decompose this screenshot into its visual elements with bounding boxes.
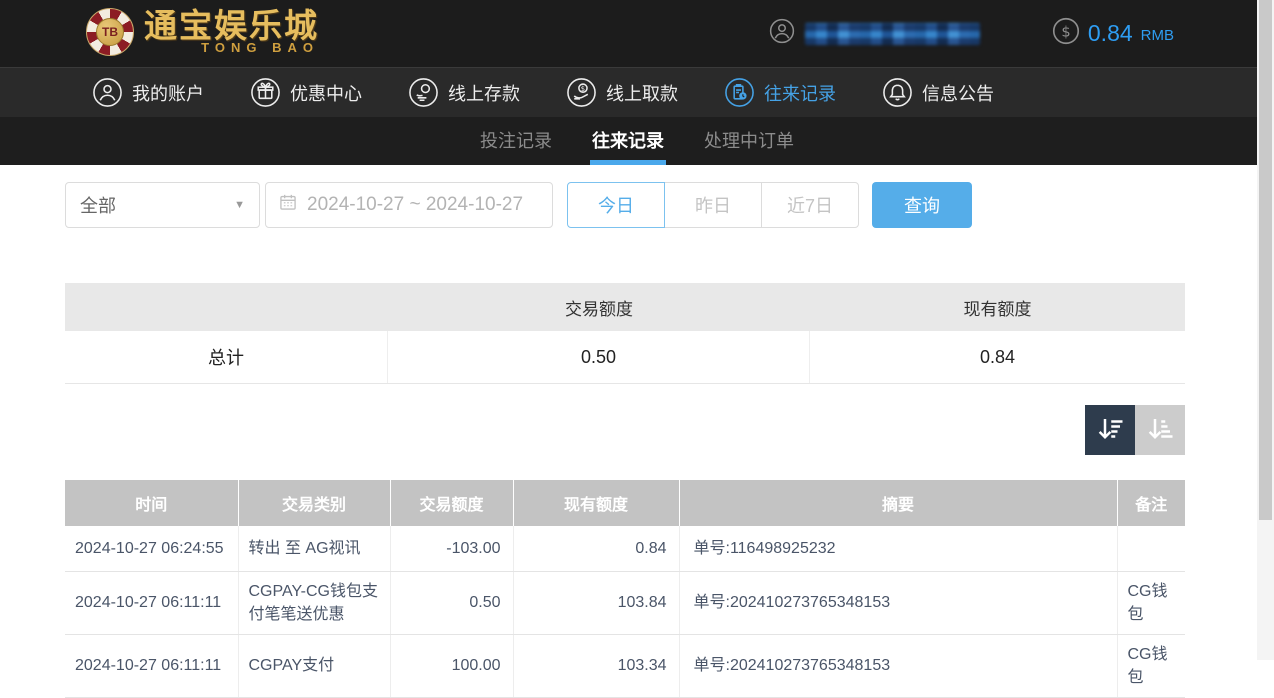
cell-category: CGPAY支付: [238, 634, 390, 697]
nav-item-announcements[interactable]: 信息公告: [882, 77, 994, 108]
deposit-icon: [408, 77, 439, 108]
cell-summary: 单号:202410273765348153: [679, 634, 1117, 697]
col-header-balance: 现有额度: [513, 480, 679, 526]
summary-current-amount: 0.84: [810, 331, 1185, 383]
nav-item-online-deposit[interactable]: 线上存款: [408, 77, 520, 108]
today-button[interactable]: 今日: [567, 182, 665, 228]
top-header-bar: TB 通宝娱乐城 TONG BAO $ 0.84 R: [0, 0, 1274, 67]
cell-category: CGPAY-CG钱包支付笔笔送优惠: [238, 571, 390, 634]
date-range-value: 2024-10-27 ~ 2024-10-27: [307, 194, 523, 216]
col-header-time: 时间: [65, 480, 238, 526]
poker-chip-icon: TB: [86, 8, 134, 56]
chevron-down-icon: ▼: [234, 199, 245, 211]
brand-logo[interactable]: TB 通宝娱乐城 TONG BAO: [86, 8, 319, 56]
col-header-summary: 摘要: [679, 480, 1117, 526]
nav-label: 线上取款: [606, 80, 678, 106]
summary-total-row: 总计 0.50 0.84: [65, 331, 1185, 384]
chip-monogram: TB: [96, 18, 124, 46]
sort-ascending-icon: [1145, 414, 1175, 447]
wallet-balance[interactable]: $ 0.84 RMB: [1052, 17, 1174, 50]
nav-item-promotions[interactable]: 优惠中心: [250, 77, 362, 108]
sort-descending-button[interactable]: [1085, 405, 1135, 455]
records-icon: [724, 77, 755, 108]
calendar-icon: [278, 192, 298, 218]
user-icon: [92, 77, 123, 108]
last-7-days-button[interactable]: 近7日: [761, 182, 859, 228]
nav-label: 往来记录: [764, 80, 836, 106]
type-select-value: 全部: [80, 192, 116, 218]
cell-amount: -103.00: [390, 526, 513, 571]
tab-processing-orders[interactable]: 处理中订单: [702, 117, 796, 165]
cell-time: 2024-10-27 06:24:55: [65, 526, 238, 571]
brand-name-chinese: 通宝娱乐城: [144, 9, 319, 42]
table-row: 2024-10-27 06:11:11 CGPAY-CG钱包支付笔笔送优惠 0.…: [65, 571, 1185, 634]
balance-currency: RMB: [1141, 27, 1174, 44]
gift-icon: [250, 77, 281, 108]
svg-text:$: $: [1061, 23, 1070, 40]
user-icon: [769, 18, 795, 49]
query-button[interactable]: 查询: [872, 182, 972, 228]
bell-icon: [882, 77, 913, 108]
nav-label: 优惠中心: [290, 80, 362, 106]
cell-amount: 100.00: [390, 634, 513, 697]
cell-balance: 103.84: [513, 571, 679, 634]
cell-time: 2024-10-27 06:11:11: [65, 634, 238, 697]
cell-summary: 单号:202410273765348153: [679, 571, 1117, 634]
nav-label: 我的账户: [132, 80, 204, 106]
records-sub-navigation: 投注记录 往来记录 处理中订单: [0, 117, 1274, 165]
transaction-records-table: 时间 交易类别 交易额度 现有额度 摘要 备注 2024-10-27 06:24…: [65, 480, 1185, 698]
col-header-amount: 交易额度: [390, 480, 513, 526]
username-redacted: [805, 23, 980, 45]
cell-category: 转出 至 AG视讯: [238, 526, 390, 571]
svg-text:$: $: [581, 85, 585, 93]
coin-dollar-icon: $: [1052, 17, 1080, 50]
quick-date-button-group: 今日 昨日 近7日: [567, 182, 859, 228]
balance-amount: 0.84: [1088, 20, 1133, 47]
nav-label: 线上存款: [448, 80, 520, 106]
sort-button-group: [1085, 405, 1185, 455]
filter-toolbar: 全部 ▼ 2024-10-27 ~ 2024-10-27 今日 昨日 近7日 查…: [65, 182, 1185, 228]
records-header-row: 时间 交易类别 交易额度 现有额度 摘要 备注: [65, 480, 1185, 526]
summary-header-row: 交易额度 现有额度: [65, 283, 1185, 331]
sort-ascending-button[interactable]: [1135, 405, 1185, 455]
tab-transaction-records[interactable]: 往来记录: [590, 117, 666, 165]
col-header-remark: 备注: [1117, 480, 1185, 526]
col-header-category: 交易类别: [238, 480, 390, 526]
cell-amount: 0.50: [390, 571, 513, 634]
nav-item-my-account[interactable]: 我的账户: [92, 77, 204, 108]
yesterday-button[interactable]: 昨日: [664, 182, 762, 228]
summary-header-current-amount: 现有额度: [810, 283, 1185, 331]
summary-header-blank: [65, 283, 388, 331]
cell-balance: 103.34: [513, 634, 679, 697]
date-range-input[interactable]: 2024-10-27 ~ 2024-10-27: [265, 182, 553, 228]
table-row: 2024-10-27 06:24:55 转出 至 AG视讯 -103.00 0.…: [65, 526, 1185, 571]
summary-header-transaction-amount: 交易额度: [388, 283, 810, 331]
page-scrollbar[interactable]: [1257, 0, 1274, 660]
main-navigation: 我的账户 优惠中心 线上存款 $: [0, 67, 1274, 117]
cell-remark: CG钱包: [1117, 634, 1185, 697]
nav-item-online-withdrawal[interactable]: $ 线上取款: [566, 77, 678, 108]
scrollbar-thumb[interactable]: [1259, 0, 1272, 520]
withdraw-icon: $: [566, 77, 597, 108]
summary-total-label: 总计: [65, 331, 388, 383]
cell-time: 2024-10-27 06:11:11: [65, 571, 238, 634]
nav-item-transaction-records[interactable]: 往来记录: [724, 77, 836, 108]
table-row: 2024-10-27 06:11:11 CGPAY支付 100.00 103.3…: [65, 634, 1185, 697]
sort-descending-icon: [1095, 414, 1125, 447]
account-info[interactable]: [769, 18, 980, 49]
cell-remark: [1117, 526, 1185, 571]
nav-label: 信息公告: [922, 80, 994, 106]
summary-transaction-amount: 0.50: [388, 331, 810, 383]
type-select[interactable]: 全部 ▼: [65, 182, 260, 228]
cell-remark: CG钱包: [1117, 571, 1185, 634]
tab-betting-records[interactable]: 投注记录: [478, 117, 554, 165]
cell-balance: 0.84: [513, 526, 679, 571]
cell-summary: 单号:116498925232: [679, 526, 1117, 571]
summary-table: 交易额度 现有额度 总计 0.50 0.84: [65, 283, 1185, 384]
